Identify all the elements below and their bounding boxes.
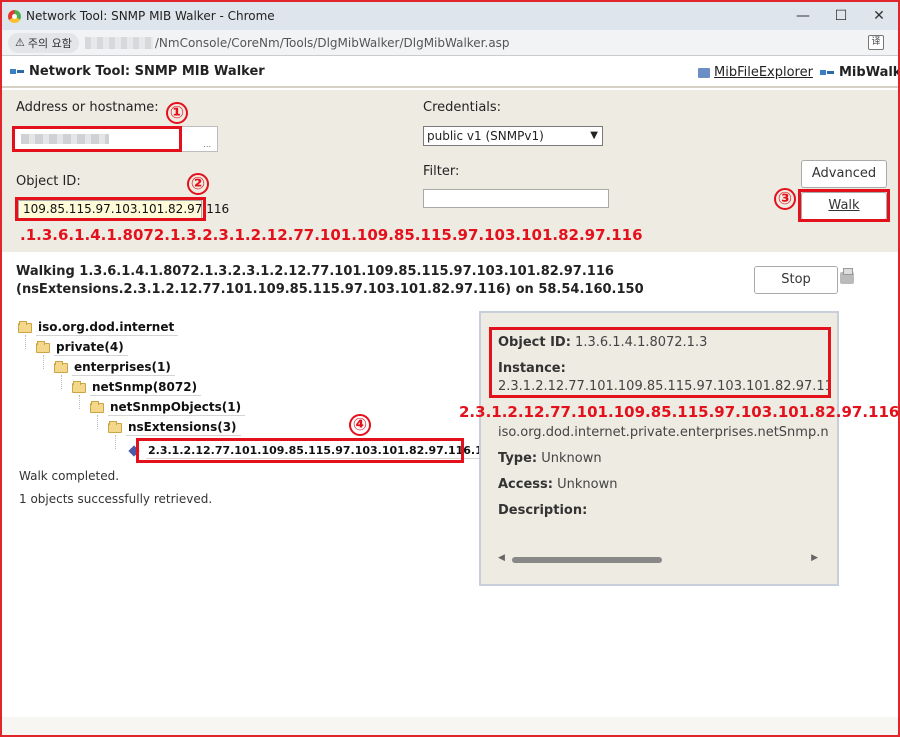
walking-line-2: (nsExtensions.2.3.1.2.12.77.101.109.85.1…	[16, 282, 644, 297]
detail-object-id: Object ID: 1.3.6.1.4.1.8072.1.3	[498, 335, 707, 350]
annotation-number-2: ②	[187, 173, 209, 195]
walk-info: Walking 1.3.6.1.4.1.8072.1.3.2.3.1.2.12.…	[16, 263, 644, 299]
filter-input[interactable]	[423, 189, 609, 208]
tree-node-private[interactable]: private(4)	[36, 338, 128, 358]
detail-name-value: iso.org.dod.internet.private.enterprises…	[498, 425, 828, 440]
detail-object-id-value: 1.3.6.1.4.1.8072.1.3	[575, 335, 708, 350]
window-controls: — ☐ ✕	[784, 2, 898, 30]
chevron-down-icon: ▼	[590, 130, 598, 141]
tree-node-internet[interactable]: iso.org.dod.internet	[18, 318, 179, 338]
address-bar: ⚠ 주의 요함 /NmConsole/CoreNm/Tools/DlgMibWa…	[2, 30, 898, 56]
address-redacted	[21, 134, 109, 144]
mib-explorer-icon	[698, 67, 710, 78]
tree-node-netsnmpobjects[interactable]: netSnmpObjects(1)	[90, 398, 246, 418]
scrollbar-thumb[interactable]	[512, 557, 662, 563]
scroll-right-icon[interactable]: ▶	[811, 553, 818, 563]
folder-icon	[72, 381, 86, 393]
horizontal-scrollbar[interactable]: ◀ ▶	[498, 553, 818, 567]
tree-node-label: netSnmpObjects(1)	[108, 400, 246, 416]
leaf-node-icon	[128, 445, 140, 457]
walk-button[interactable]: Walk	[801, 192, 887, 220]
window-title: Network Tool: SNMP MIB Walker - Chrome	[26, 9, 275, 23]
url-path[interactable]: /NmConsole/CoreNm/Tools/DlgMibWalker/Dlg…	[155, 36, 510, 50]
detail-instance-value: 2.3.1.2.12.77.101.109.85.115.97.103.101.…	[498, 379, 828, 394]
warning-icon: ⚠	[15, 36, 25, 49]
detail-type-value: Unknown	[541, 451, 602, 466]
filter-label: Filter:	[423, 164, 460, 179]
tree-node-label: nsExtensions(3)	[126, 420, 241, 436]
close-button[interactable]: ✕	[860, 2, 898, 30]
detail-instance-label-row: Instance:	[498, 361, 566, 376]
mib-file-explorer-link[interactable]: MibFileExplorer	[698, 65, 813, 80]
page-footer	[2, 717, 898, 735]
credentials-value: public v1 (SNMPv1)	[427, 129, 544, 143]
mib-walker-label: MibWalker	[839, 65, 898, 80]
detail-type-label: Type:	[498, 451, 538, 466]
address-label: Address or hostname:	[16, 100, 159, 115]
detail-description-label: Description:	[498, 503, 588, 518]
folder-icon	[90, 401, 104, 413]
annotation-number-1: ①	[166, 102, 188, 124]
title-bar: Network Tool: SNMP MIB Walker - Chrome —…	[2, 2, 898, 30]
page-title-text: Network Tool: SNMP MIB Walker	[29, 64, 265, 79]
security-warning-chip[interactable]: ⚠ 주의 요함	[8, 32, 79, 53]
network-icon	[820, 68, 834, 78]
tree-leaf-instance[interactable]: 2.3.1.2.12.77.101.109.85.115.97.103.101.…	[128, 441, 520, 461]
detail-access-value: Unknown	[557, 477, 618, 492]
walk-form: Address or hostname: ... Credentials: pu…	[2, 90, 898, 252]
advanced-button[interactable]: Advanced	[801, 160, 887, 188]
tree-node-enterprises[interactable]: enterprises(1)	[54, 358, 175, 378]
object-id-input[interactable]: 109.85.115.97.103.101.82.97.116	[18, 200, 229, 219]
folder-icon	[108, 421, 122, 433]
printer-icon[interactable]	[840, 268, 854, 284]
tree-node-label: netSnmp(8072)	[90, 380, 202, 396]
scroll-left-icon[interactable]: ◀	[498, 553, 505, 563]
page-header: Network Tool: SNMP MIB Walker MibFileExp…	[2, 57, 898, 88]
page-title: Network Tool: SNMP MIB Walker	[10, 64, 265, 79]
chrome-icon	[8, 9, 21, 23]
credentials-label: Credentials:	[423, 100, 502, 115]
detail-access: Access: Unknown	[498, 477, 617, 492]
translate-icon[interactable]: 译	[868, 35, 884, 50]
detail-description: Description:	[498, 503, 587, 518]
object-id-label: Object ID:	[16, 174, 81, 189]
stop-button[interactable]: Stop	[754, 266, 838, 294]
walking-line-1: Walking 1.3.6.1.4.1.8072.1.3.2.3.1.2.12.…	[16, 264, 614, 279]
objects-retrieved-status: 1 objects successfully retrieved.	[19, 492, 213, 506]
tree-node-netsnmp[interactable]: netSnmp(8072)	[72, 378, 202, 398]
annotation-number-3: ③	[774, 188, 796, 210]
detail-type: Type: Unknown	[498, 451, 602, 466]
browser-window: Network Tool: SNMP MIB Walker - Chrome —…	[0, 0, 900, 737]
mib-walker-link[interactable]: MibWalker	[820, 65, 898, 80]
address-dots: ...	[203, 140, 211, 149]
tree-leaf-label: 2.3.1.2.12.77.101.109.85.115.97.103.101.…	[146, 444, 503, 459]
tree-node-label: iso.org.dod.internet	[36, 320, 179, 336]
tree-node-label: enterprises(1)	[72, 360, 175, 376]
address-input[interactable]: ...	[14, 126, 218, 152]
maximize-button[interactable]: ☐	[822, 2, 860, 30]
detail-object-id-label: Object ID:	[498, 335, 571, 350]
network-icon	[10, 67, 24, 77]
credentials-select[interactable]: public v1 (SNMPv1) ▼	[423, 126, 603, 146]
annotation-number-4: ④	[349, 414, 371, 436]
tree-node-nsextensions[interactable]: nsExtensions(3)	[108, 418, 241, 438]
minimize-button[interactable]: —	[784, 2, 822, 30]
folder-icon	[18, 321, 32, 333]
detail-instance-label: Instance:	[498, 361, 566, 376]
detail-access-label: Access:	[498, 477, 553, 492]
url-host-redacted[interactable]	[84, 36, 153, 49]
tree-node-label: private(4)	[54, 340, 128, 356]
mib-file-explorer-label: MibFileExplorer	[714, 65, 813, 80]
security-warning-label: 주의 요함	[27, 36, 72, 50]
annotation-instance-full: 2.3.1.2.12.77.101.109.85.115.97.103.101.…	[459, 403, 900, 421]
folder-icon	[54, 361, 68, 373]
annotation-object-id-full: .1.3.6.1.4.1.8072.1.3.2.3.1.2.12.77.101.…	[20, 226, 643, 244]
walk-status: Walk completed.	[19, 469, 120, 483]
folder-icon	[36, 341, 50, 353]
detail-panel: Object ID: 1.3.6.1.4.1.8072.1.3 Instance…	[479, 311, 839, 586]
